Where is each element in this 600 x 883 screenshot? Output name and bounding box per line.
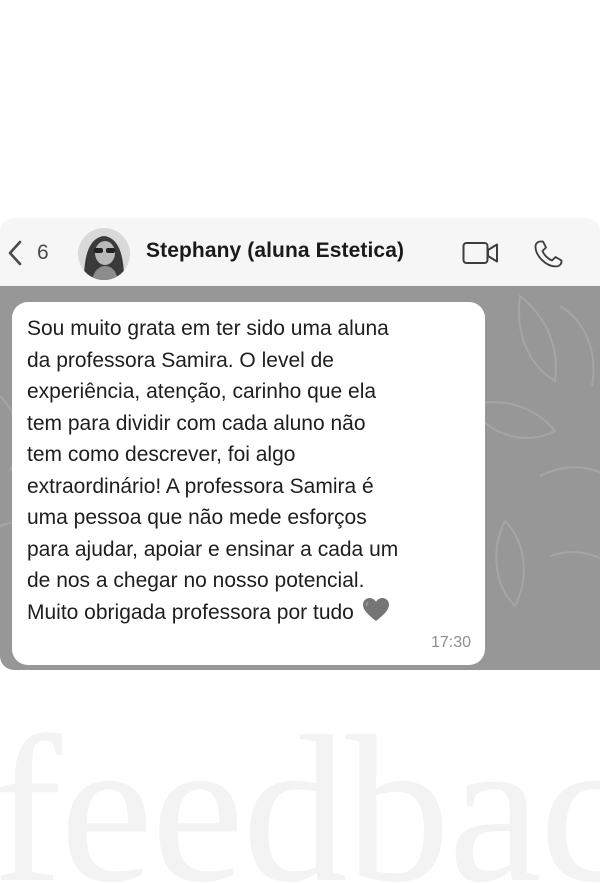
unread-count: 6 xyxy=(37,240,49,264)
contact-name[interactable]: Stephany (aluna Estetica) xyxy=(146,239,404,263)
phone-call-button[interactable] xyxy=(533,239,565,274)
chat-body: Sou muito grata em ter sido uma aluna da… xyxy=(0,286,600,670)
video-call-button[interactable] xyxy=(462,241,500,270)
message-bubble[interactable]: Sou muito grata em ter sido uma aluna da… xyxy=(12,302,485,665)
message-timestamp: 17:30 xyxy=(430,634,471,651)
grey-heart-icon xyxy=(362,597,389,621)
watermark-text: feedback xyxy=(0,694,600,883)
avatar[interactable] xyxy=(78,228,130,280)
message-body: Sou muito grata em ter sido uma aluna da… xyxy=(27,317,399,624)
back-button[interactable]: 6 xyxy=(6,238,49,268)
chat-window: 6 Stephany (aluna Estetica) Sou muito gr… xyxy=(0,218,600,670)
message-text: Sou muito grata em ter sido uma aluna da… xyxy=(27,313,471,628)
phone-icon xyxy=(534,240,563,268)
chevron-left-icon xyxy=(8,240,22,266)
video-camera-icon xyxy=(462,242,498,264)
feedback-screenshot: feedback 6 Stephany (aluna Esteti xyxy=(0,0,600,883)
chat-header: 6 Stephany (aluna Estetica) xyxy=(0,218,600,286)
avatar-photo xyxy=(78,228,130,280)
